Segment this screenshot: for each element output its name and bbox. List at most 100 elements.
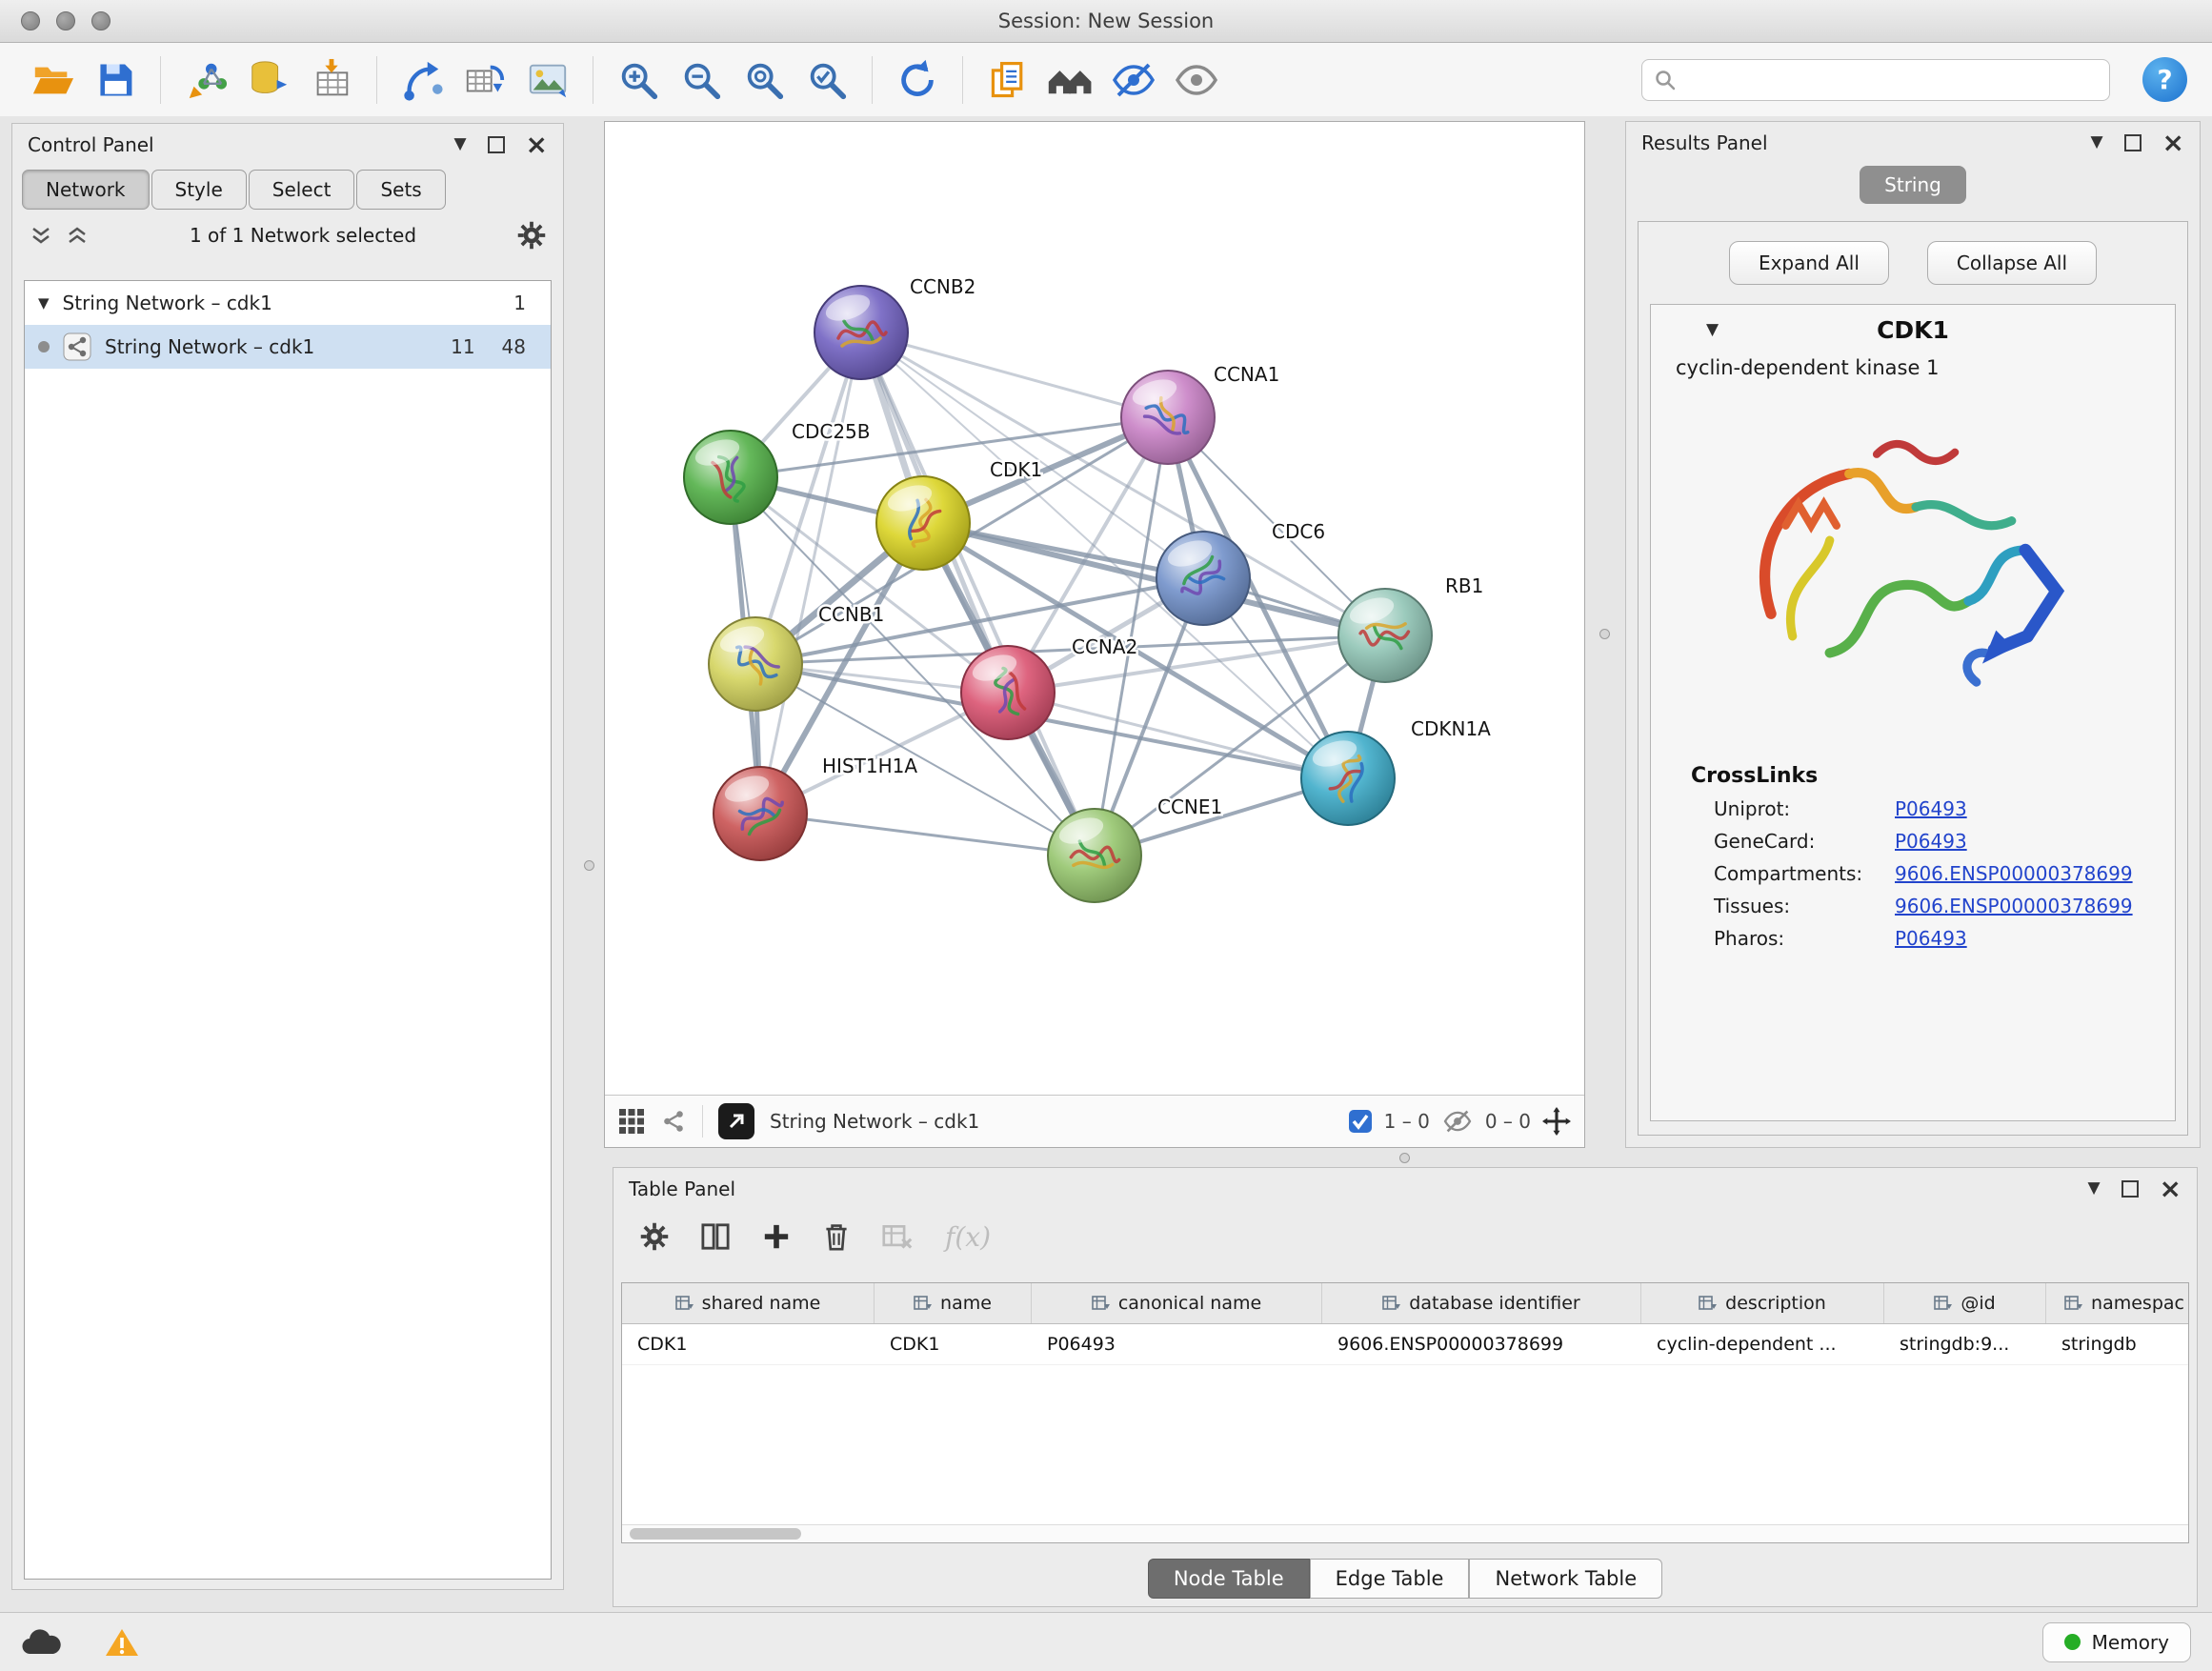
node-CDK1[interactable]: CDK1: [876, 458, 1042, 570]
network-graph[interactable]: CCNB2CCNA1CDC25BCDK1CDC6RB1CCNB1CCNA2CDK…: [605, 122, 1584, 1095]
panel-menu-icon[interactable]: ▼: [2087, 1180, 2100, 1197]
edge-count: 48: [502, 335, 526, 358]
show-all-panels-button[interactable]: [1043, 52, 1098, 108]
column-header-name[interactable]: name: [875, 1283, 1032, 1323]
add-column-icon[interactable]: [762, 1222, 791, 1251]
new-network-button[interactable]: [394, 52, 450, 108]
import-network-from-file-button[interactable]: [178, 52, 233, 108]
fit-content-crosshair-icon[interactable]: [1542, 1107, 1571, 1136]
float-panel-icon[interactable]: [2122, 1180, 2139, 1198]
crosslink-value[interactable]: P06493: [1895, 830, 1967, 853]
import-table-button[interactable]: [304, 52, 359, 108]
toolbar-separator: [962, 56, 963, 104]
edge-HIST1H1A-CCNE1[interactable]: [760, 814, 1095, 856]
hide-selected-button[interactable]: [1106, 52, 1161, 108]
cloud-icon[interactable]: [21, 1627, 63, 1658]
node-CCNB1[interactable]: CCNB1: [709, 603, 884, 711]
expand-all-tree-icon[interactable]: [30, 225, 52, 246]
splitter-handle[interactable]: [1599, 629, 1610, 639]
crosslink-value[interactable]: 9606.ENSP00000378699: [1895, 862, 2133, 885]
memory-button[interactable]: Memory: [2042, 1622, 2191, 1662]
collapse-all-tree-icon[interactable]: [66, 225, 89, 246]
network-row[interactable]: String Network – cdk1 11 48: [25, 325, 551, 369]
close-panel-icon[interactable]: ×: [526, 134, 548, 155]
column-header-database-identifier[interactable]: database identifier: [1322, 1283, 1641, 1323]
minimize-window-button[interactable]: [56, 11, 75, 30]
table-body: CDK1CDK1P064939606.ENSP00000378699cyclin…: [622, 1324, 2188, 1365]
scrollbar-thumb[interactable]: [630, 1528, 801, 1540]
node-CCNA1[interactable]: CCNA1: [1121, 363, 1279, 464]
grid-view-icon[interactable]: [618, 1108, 645, 1135]
tab-edge-table[interactable]: Edge Table: [1310, 1559, 1470, 1599]
network-from-table-button[interactable]: [457, 52, 513, 108]
apply-layout-button[interactable]: [890, 52, 945, 108]
close-panel-icon[interactable]: ×: [2160, 1178, 2182, 1199]
column-header-shared-name[interactable]: shared name: [622, 1283, 875, 1323]
panel-menu-icon[interactable]: ▼: [453, 136, 466, 152]
search-input[interactable]: [1684, 68, 2098, 92]
column-header-canonical-name[interactable]: canonical name: [1032, 1283, 1322, 1323]
column-header-description[interactable]: description: [1641, 1283, 1884, 1323]
edge-CCNA2-CDKN1A[interactable]: [1008, 693, 1348, 778]
column-header--id[interactable]: @id: [1884, 1283, 2046, 1323]
node-CDC25B[interactable]: CDC25B: [684, 420, 871, 524]
network-collection-row[interactable]: ▼ String Network – cdk1 1: [25, 281, 551, 325]
node-RB1[interactable]: RB1: [1338, 574, 1483, 682]
network-list-icon[interactable]: [660, 1108, 687, 1135]
tab-select[interactable]: Select: [249, 170, 355, 210]
birdseye-toggle-button[interactable]: [718, 1103, 754, 1139]
copy-document-button[interactable]: [980, 52, 1036, 108]
tab-sets[interactable]: Sets: [356, 170, 445, 210]
splitter-handle[interactable]: [584, 860, 594, 871]
node-CDKN1A[interactable]: CDKN1A: [1301, 717, 1491, 825]
close-panel-icon[interactable]: ×: [2162, 132, 2184, 153]
zoom-fit-button[interactable]: [736, 52, 792, 108]
table-row[interactable]: CDK1CDK1P064939606.ENSP00000378699cyclin…: [622, 1324, 2188, 1365]
horizontal-scrollbar[interactable]: [622, 1524, 2188, 1542]
collapse-arrow-icon[interactable]: ▼: [1706, 320, 1719, 339]
open-session-button[interactable]: [25, 52, 80, 108]
network-view-panel: CCNB2CCNA1CDC25BCDK1CDC6RB1CCNB1CCNA2CDK…: [604, 121, 1585, 1148]
crosslink-value[interactable]: P06493: [1895, 927, 1967, 950]
gear-icon[interactable]: [640, 1222, 669, 1251]
network-canvas[interactable]: CCNB2CCNA1CDC25BCDK1CDC6RB1CCNB1CCNA2CDK…: [605, 122, 1584, 1095]
global-search[interactable]: [1641, 59, 2110, 101]
tab-style[interactable]: Style: [151, 170, 247, 210]
show-columns-icon[interactable]: [701, 1222, 730, 1251]
crosslink-value[interactable]: P06493: [1895, 797, 1967, 820]
collapse-all-button[interactable]: Collapse All: [1927, 241, 2097, 285]
crosslink-value[interactable]: 9606.ENSP00000378699: [1895, 895, 2133, 917]
maximize-window-button[interactable]: [91, 11, 111, 30]
help-button[interactable]: ?: [2142, 57, 2187, 102]
close-window-button[interactable]: [21, 11, 40, 30]
node-HIST1H1A[interactable]: HIST1H1A: [714, 755, 917, 860]
zoom-in-button[interactable]: [611, 52, 666, 108]
toolbar-separator: [160, 56, 161, 104]
import-network-from-database-button[interactable]: [241, 52, 296, 108]
edge-CCNB2-HIST1H1A[interactable]: [760, 332, 861, 814]
tab-network[interactable]: Network: [22, 170, 150, 210]
tab-network-table[interactable]: Network Table: [1469, 1559, 1662, 1599]
warning-icon[interactable]: [105, 1627, 139, 1658]
node-label-CCNB1: CCNB1: [818, 603, 884, 626]
panel-menu-icon[interactable]: ▼: [2090, 134, 2102, 151]
function-builder-icon-disabled: f(x): [945, 1221, 991, 1253]
save-session-button[interactable]: [88, 52, 143, 108]
float-panel-icon[interactable]: [488, 136, 505, 153]
collapse-arrow-icon[interactable]: ▼: [38, 294, 50, 312]
export-image-button[interactable]: [520, 52, 575, 108]
delete-column-icon[interactable]: [823, 1222, 850, 1251]
show-hidden-button[interactable]: [1169, 52, 1224, 108]
tab-string[interactable]: String: [1860, 166, 1966, 204]
float-panel-icon[interactable]: [2124, 134, 2142, 151]
zoom-selected-button[interactable]: [799, 52, 855, 108]
splitter-handle[interactable]: [1399, 1153, 1410, 1163]
expand-all-button[interactable]: Expand All: [1729, 241, 1889, 285]
protein-card-header[interactable]: ▼ CDK1: [1651, 305, 2175, 354]
gear-icon[interactable]: [517, 221, 546, 250]
node-CCNB2[interactable]: CCNB2: [814, 275, 975, 379]
tab-node-table[interactable]: Node Table: [1148, 1559, 1310, 1599]
table-cell: stringdb: [2046, 1324, 2189, 1364]
zoom-out-button[interactable]: [674, 52, 729, 108]
column-header-namespac[interactable]: namespac: [2046, 1283, 2189, 1323]
